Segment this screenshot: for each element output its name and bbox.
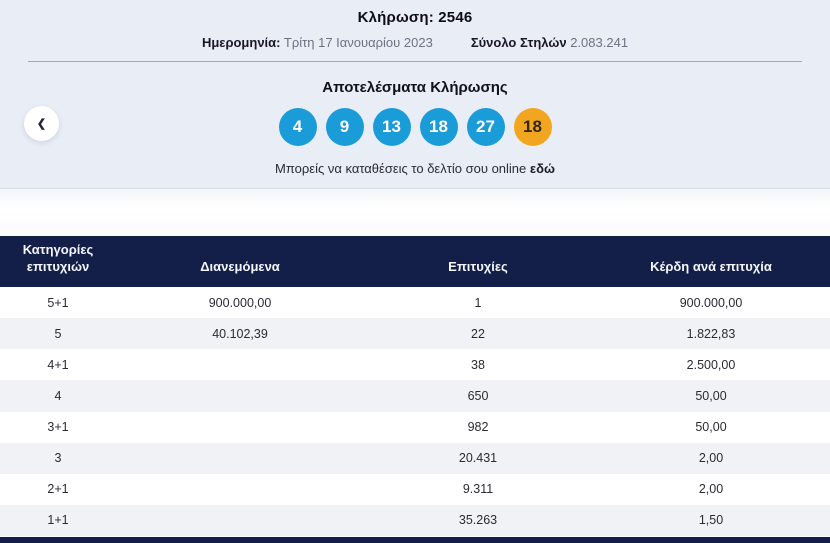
- cell-distributed: 900.000,00: [208, 295, 272, 310]
- cell-category: 5: [54, 326, 62, 341]
- chevron-left-icon: ❮: [36, 118, 47, 130]
- table-row: 3+1 982 50,00: [0, 411, 830, 443]
- prizes-table: Κατηγορίες επιτυχιών Διανεμόμενα Επιτυχί…: [0, 236, 830, 536]
- columns-value: 2.083.241: [570, 35, 629, 50]
- table-body: 5+1 900.000,00 1 900.000,00 5 40.102,39 …: [0, 287, 830, 536]
- table-row: 5 40.102,39 22 1.822,83: [0, 318, 830, 350]
- column-header-distributed: Διανεμόμενα: [200, 259, 280, 275]
- cell-prize: 2,00: [698, 451, 724, 466]
- cell-prize: 50,00: [695, 420, 727, 435]
- number-ball: 13: [372, 108, 411, 146]
- cell-winners: 9.311: [462, 482, 494, 497]
- column-header-category: Κατηγορίες επιτυχιών: [22, 241, 94, 275]
- table-header-row: Κατηγορίες επιτυχιών Διανεμόμενα Επιτυχί…: [0, 236, 830, 287]
- cell-category: 3: [54, 451, 62, 466]
- cell-winners: 982: [467, 420, 489, 435]
- cell-prize: 1.822,83: [686, 326, 736, 341]
- number-ball: 9: [325, 108, 364, 146]
- cell-category: 3+1: [47, 420, 69, 435]
- table-row: 2+1 9.311 2,00: [0, 473, 830, 505]
- results-title: Αποτελέσματα Κλήρωσης: [322, 79, 508, 96]
- cell-winners: 650: [467, 388, 489, 403]
- draw-meta: Ημερομηνία: Τρίτη 17 Ιανουαρίου 2023 Σύν…: [0, 35, 830, 50]
- draw-results-section: Κλήρωση: 2546 Ημερομηνία: Τρίτη 17 Ιανου…: [0, 0, 830, 189]
- columns-label: Σύνολο Στηλών: [470, 35, 567, 50]
- draw-title: Κλήρωση: 2546: [357, 9, 473, 26]
- number-ball: 4: [278, 108, 317, 146]
- cell-winners: 35.263: [458, 513, 498, 528]
- cell-category: 2+1: [47, 482, 69, 497]
- table-row: 4 650 50,00: [0, 380, 830, 412]
- cell-prize: 2.500,00: [686, 357, 736, 372]
- cell-prize: 2,00: [698, 482, 724, 497]
- cell-winners: 22: [471, 326, 485, 341]
- header-divider: [28, 61, 802, 62]
- number-ball: 18: [419, 108, 458, 146]
- date-label: Ημερομηνία:: [201, 35, 281, 50]
- table-row: 4+1 38 2.500,00: [0, 349, 830, 381]
- draw-date: Ημερομηνία: Τρίτη 17 Ιανουαρίου 2023: [202, 35, 433, 50]
- cell-winners: 38: [471, 357, 485, 372]
- footer-strip: [0, 537, 830, 543]
- column-header-prize: Κέρδη ανά επιτυχία: [650, 259, 772, 275]
- cell-category: 5+1: [47, 295, 69, 310]
- cell-winners: 20.431: [458, 451, 498, 466]
- column-header-winners: Επιτυχίες: [448, 259, 508, 275]
- cell-winners: 1: [474, 295, 482, 310]
- previous-draw-button[interactable]: ❮: [24, 106, 59, 141]
- table-row: 3 20.431 2,00: [0, 442, 830, 474]
- section-spacer: [0, 189, 830, 236]
- total-columns: Σύνολο Στηλών 2.083.241: [471, 35, 628, 50]
- number-ball: 27: [466, 108, 505, 146]
- winning-numbers: 4 9 13 18 27 18: [0, 108, 830, 146]
- cell-category: 1+1: [47, 513, 69, 528]
- cell-prize: 900.000,00: [679, 295, 743, 310]
- tzoker-ball: 18: [513, 108, 552, 146]
- online-here-link[interactable]: εδώ: [530, 161, 555, 176]
- online-text-label: Μπορείς να καταθέσεις το δελτίο σου onli…: [275, 161, 527, 176]
- table-row: 5+1 900.000,00 1 900.000,00: [0, 287, 830, 319]
- cell-category: 4+1: [47, 357, 69, 372]
- online-submit-text: Μπορείς να καταθέσεις το δελτίο σου onli…: [0, 161, 830, 176]
- cell-prize: 50,00: [695, 388, 727, 403]
- table-row: 1+1 35.263 1,50: [0, 504, 830, 536]
- cell-distributed: 40.102,39: [212, 326, 268, 341]
- date-value: Τρίτη 17 Ιανουαρίου 2023: [283, 35, 433, 50]
- cell-prize: 1,50: [698, 513, 724, 528]
- cell-category: 4: [54, 388, 62, 403]
